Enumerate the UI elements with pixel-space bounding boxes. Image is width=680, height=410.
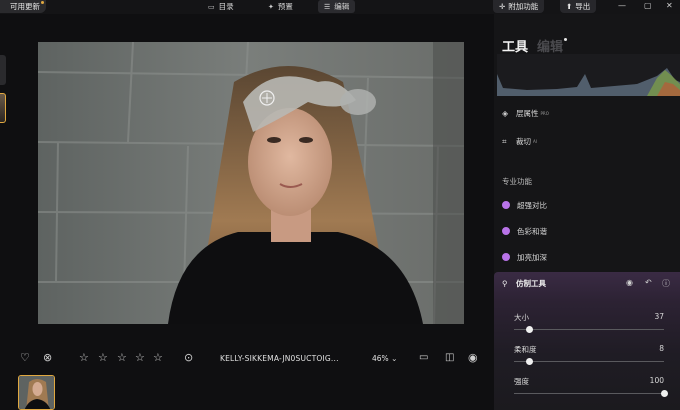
photo-canvas[interactable] (38, 42, 464, 324)
info-icon[interactable]: ⓘ (662, 278, 670, 289)
star-icon[interactable]: ☆ (117, 352, 127, 364)
tab-catalog-label: 目录 (218, 2, 234, 11)
filmstrip-thumbnail[interactable] (18, 375, 55, 410)
maximize-icon[interactable]: ▢ (644, 0, 652, 12)
zoom-select[interactable]: 46% ⌄ (372, 354, 397, 363)
clone-stamp-icon: ⚲ (502, 279, 508, 288)
eye-icon[interactable]: ◉ (626, 278, 633, 287)
export-icon: ⬆ (566, 2, 573, 11)
split-view-icon[interactable]: ◫ (445, 352, 454, 364)
slider-knob[interactable] (525, 326, 533, 333)
left-panel-handle[interactable] (0, 55, 6, 85)
crop-item[interactable]: ⌗ 裁切 AI (502, 136, 537, 148)
dodge-burn-item[interactable]: 加亮加深 (502, 252, 547, 264)
layer-properties-label: 层属性 (516, 109, 539, 118)
softness-slider[interactable] (514, 358, 664, 365)
crop-icon: ⌗ (502, 137, 507, 146)
addons-label: 附加功能 (508, 2, 539, 11)
notification-dot (564, 38, 567, 41)
softness-value: 8 (659, 344, 664, 353)
softness-label: 柔和度 (514, 345, 537, 354)
eye-icon[interactable]: ◉ (468, 352, 478, 364)
folder-icon: ▭ (208, 3, 215, 11)
dodge-burn-label: 加亮加深 (517, 253, 547, 262)
pro-badge: PRO (540, 111, 549, 116)
tab-presets-label: 预置 (277, 2, 293, 11)
tab-edit[interactable]: ☰ 编辑 (318, 0, 356, 13)
right-panel: 工具 编辑 ◈ 层属性 PRO ⌗ 裁切 AI 专业功能 超强对比 色彩和谐 加亮加深 … (494, 14, 680, 410)
tab-catalog[interactable]: ▭ 目录 (202, 0, 240, 13)
export-button[interactable]: ⬆ 导出 (560, 0, 597, 13)
close-icon[interactable]: ✕ (666, 0, 673, 12)
clone-tool-panel (494, 272, 680, 410)
sparkle-icon: ✦ (268, 3, 274, 11)
section-title: 专业功能 (502, 177, 532, 186)
star-icon[interactable]: ☆ (79, 352, 89, 364)
super-contrast-label: 超强对比 (517, 201, 547, 210)
star-icon[interactable]: ☆ (135, 352, 145, 364)
strength-value: 100 (649, 376, 664, 385)
update-label: 可用更新 (10, 2, 40, 11)
tab-tools[interactable]: 工具 (502, 36, 528, 55)
addons-button[interactable]: ✛ 附加功能 (493, 0, 545, 13)
slider-knob[interactable] (525, 358, 533, 365)
thumbnail-photo (19, 376, 54, 409)
size-label: 大小 (514, 313, 529, 322)
heart-icon[interactable]: ♡ (20, 352, 30, 364)
dodge-burn-icon (502, 253, 510, 261)
export-label: 导出 (575, 2, 591, 11)
crop-label: 裁切 (516, 137, 531, 146)
minimize-icon[interactable]: — (618, 0, 626, 12)
color-harmony-label: 色彩和谐 (517, 227, 547, 236)
reject-icon[interactable]: ⊗ (43, 352, 52, 364)
color-harmony-item[interactable]: 色彩和谐 (502, 226, 547, 238)
sliders-icon: ☰ (324, 3, 331, 11)
contrast-icon (502, 201, 510, 209)
star-icon[interactable]: ☆ (98, 352, 108, 364)
star-icon[interactable]: ☆ (153, 352, 163, 364)
chevron-down-icon: ⌄ (391, 354, 398, 363)
tab-edit-label: 编辑 (334, 2, 350, 11)
notification-dot (41, 1, 44, 4)
update-available-button[interactable]: 可用更新 (0, 0, 46, 13)
ai-badge: AI (533, 139, 537, 144)
file-name: KELLY-SIKKEMA-JN0SUCTOIG... (220, 354, 339, 363)
histogram (497, 54, 680, 96)
tab-presets[interactable]: ✦ 预置 (262, 0, 299, 13)
slider-knob[interactable] (660, 390, 668, 397)
strength-label: 强度 (514, 377, 529, 386)
clone-tool-header[interactable]: ⚲ 仿制工具 (502, 278, 546, 289)
more-icon[interactable]: ⊙ (184, 352, 193, 364)
layer-properties-item[interactable]: ◈ 层属性 PRO (502, 108, 549, 120)
left-thumbnail[interactable] (0, 93, 6, 123)
size-slider[interactable] (514, 326, 664, 333)
zoom-value: 46% (372, 354, 389, 363)
photo (38, 42, 464, 324)
super-contrast-item[interactable]: 超强对比 (502, 200, 547, 212)
layers-icon: ◈ (502, 109, 509, 118)
color-harmony-icon (502, 227, 510, 235)
compare-icon[interactable]: ▭ (419, 352, 428, 364)
clone-tool-title: 仿制工具 (516, 279, 546, 288)
tab-edits[interactable]: 编辑 (537, 36, 563, 55)
plus-sparkle-icon: ✛ (499, 2, 506, 11)
strength-slider[interactable] (514, 390, 668, 397)
size-value: 37 (654, 312, 664, 321)
undo-icon[interactable]: ↶ (645, 278, 652, 287)
